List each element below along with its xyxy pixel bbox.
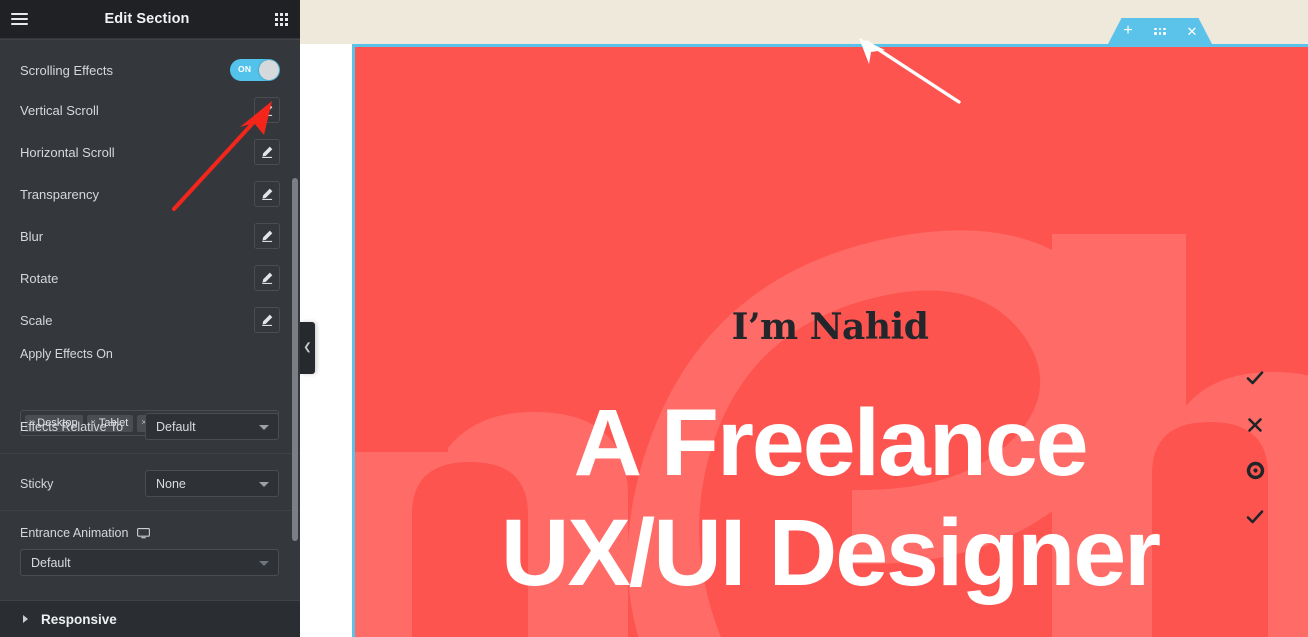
desktop-monitor-icon[interactable] — [137, 526, 150, 539]
hero-heading-line-1: A Freelance — [573, 390, 1088, 496]
sticky-label: Sticky — [20, 477, 54, 491]
chevron-right-icon — [23, 615, 28, 623]
effects-relative-to-select[interactable]: Default — [145, 413, 279, 440]
entrance-animation-value: Default — [31, 555, 71, 570]
chevron-down-icon — [259, 560, 269, 566]
scrolling-effects-label: Scrolling Effects — [20, 62, 113, 78]
panel-scrollbar-thumb[interactable] — [292, 178, 298, 541]
rotate-edit-button[interactable] — [254, 265, 280, 291]
panel-top-divider — [0, 39, 300, 40]
row-scrolling-effects: Scrolling Effects ON — [0, 59, 300, 81]
record-dot-icon[interactable] — [1244, 459, 1266, 481]
chevron-down-icon — [259, 424, 269, 430]
edit-section-panel: Edit Section Scrolling Effects ON Vertic… — [0, 0, 300, 637]
horizontal-scroll-edit-button[interactable] — [254, 139, 280, 165]
page-title: Edit Section — [104, 11, 190, 27]
row-blur: Blur — [0, 223, 300, 249]
hamburger-menu-icon[interactable] — [0, 0, 38, 38]
divider — [0, 453, 300, 454]
effects-relative-to-label: Effects Relative To — [20, 420, 124, 434]
close-section-button[interactable]: ✕ — [1184, 23, 1200, 39]
section-toolbar: + ✕ — [1108, 18, 1212, 44]
check-icon[interactable] — [1244, 506, 1266, 528]
panel-body: Scrolling Effects ON Vertical Scroll Hor… — [0, 39, 300, 600]
apps-grid-icon[interactable] — [262, 0, 300, 38]
rotate-label: Rotate — [20, 270, 59, 286]
section-wrapper[interactable]: I’m Nahid A Freelance UX/UI Designer — [352, 44, 1308, 637]
blur-edit-button[interactable] — [254, 223, 280, 249]
transparency-label: Transparency — [20, 186, 99, 202]
elementor-editor-screen: Edit Section Scrolling Effects ON Vertic… — [0, 0, 1308, 637]
transparency-edit-button[interactable] — [254, 181, 280, 207]
accordion-responsive-label: Responsive — [41, 611, 117, 627]
blur-label: Blur — [20, 228, 44, 244]
row-horizontal-scroll: Horizontal Scroll — [0, 139, 300, 165]
hero-eyebrow: I’m Nahid — [731, 306, 929, 348]
row-scale: Scale — [0, 307, 300, 333]
horizontal-scroll-label: Horizontal Scroll — [20, 144, 115, 160]
entrance-animation-label: Entrance Animation — [20, 526, 129, 540]
apply-effects-on-label: Apply Effects On — [20, 347, 113, 361]
entrance-animation-select[interactable]: Default — [20, 549, 279, 576]
row-transparency: Transparency — [0, 181, 300, 207]
chevron-down-icon — [259, 481, 269, 487]
sticky-value: None — [156, 476, 186, 491]
scale-label: Scale — [20, 312, 53, 328]
scale-edit-button[interactable] — [254, 307, 280, 333]
check-icon[interactable] — [1244, 367, 1266, 389]
preview-canvas: I’m Nahid A Freelance UX/UI Designer + ✕ — [300, 0, 1308, 637]
divider — [0, 510, 300, 511]
effects-relative-to-value: Default — [156, 419, 196, 434]
toggle-state-label: ON — [238, 64, 252, 74]
scrolling-effects-toggle[interactable]: ON — [230, 59, 280, 81]
hero-section: I’m Nahid A Freelance UX/UI Designer — [352, 44, 1308, 637]
panel-collapse-toggle[interactable]: ❮ — [300, 322, 315, 374]
panel-header: Edit Section — [0, 0, 300, 38]
close-icon[interactable] — [1244, 414, 1266, 436]
sticky-select[interactable]: None — [145, 470, 279, 497]
hero-heading-line-2: UX/UI Designer — [500, 500, 1161, 606]
toggle-knob — [259, 60, 279, 80]
chevron-left-icon: ❮ — [303, 342, 312, 353]
accordion-responsive[interactable]: Responsive — [0, 600, 300, 637]
add-section-button[interactable]: + — [1120, 23, 1136, 39]
row-rotate: Rotate — [0, 265, 300, 291]
vertical-scroll-edit-button[interactable] — [254, 97, 280, 123]
drag-dots-icon[interactable] — [1152, 23, 1168, 39]
vertical-scroll-label: Vertical Scroll — [20, 102, 99, 118]
row-vertical-scroll: Vertical Scroll — [0, 97, 300, 123]
